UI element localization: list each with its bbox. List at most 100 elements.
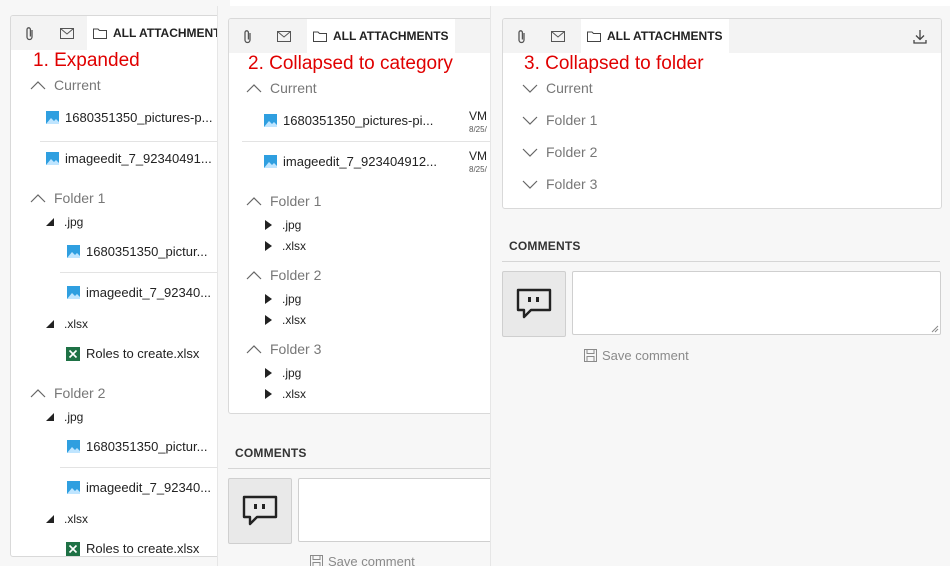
caret-expanded-icon (46, 515, 54, 523)
excel-file-icon (66, 346, 80, 361)
attachment-item[interactable]: Roles to create.xlsx (66, 541, 199, 556)
comments-heading: COMMENTS (509, 239, 581, 253)
image-file-icon (46, 111, 59, 124)
attachment-item[interactable]: Roles to create.xlsx (66, 346, 199, 361)
group-folder-1[interactable]: Folder 1 (30, 190, 105, 206)
envelope-icon (551, 30, 565, 42)
annotation-expanded: 1. Expanded (33, 50, 140, 71)
category-xlsx[interactable]: .xlsx (46, 317, 88, 331)
group-label: Folder 1 (546, 112, 598, 128)
file-name: 1680351350_pictures-pi... (283, 113, 434, 128)
folder-icon (587, 31, 601, 42)
comment-bubble-icon (516, 288, 552, 319)
category-label: .xlsx (64, 512, 88, 526)
attachment-item[interactable]: 1680351350_pictures-p... (46, 110, 212, 125)
group-folder-1[interactable]: Folder 1 (522, 112, 597, 128)
tab-all-attachments[interactable]: ALL ATTACHMENTS (581, 19, 729, 53)
tab-attachments[interactable] (19, 16, 41, 50)
tab-attachments[interactable] (511, 19, 533, 53)
download-button[interactable] (908, 19, 932, 53)
attachment-item[interactable]: imageedit_7_92340... (67, 480, 211, 495)
group-folder-1[interactable]: Folder 1 (246, 193, 321, 209)
file-meta-date: 8/25/ (469, 165, 487, 174)
caret-expanded-icon (46, 218, 54, 226)
caret-expanded-icon (46, 413, 54, 421)
resize-grip-icon[interactable] (931, 325, 939, 333)
attachment-item[interactable]: 1680351350_pictur... (67, 244, 207, 259)
chevron-down-icon (522, 180, 538, 189)
category-jpg[interactable]: .jpg (46, 215, 83, 229)
tab-all-attachments[interactable]: ALL ATTACHMENTS (307, 19, 455, 53)
category-xlsx[interactable]: .xlsx (265, 387, 306, 401)
panel-collapsed-category: ALL ATTACHMENTS 2. Collapsed to category… (217, 6, 492, 566)
tab-attachments[interactable] (237, 19, 259, 53)
save-comment-label: Save comment (328, 554, 415, 566)
divider (40, 141, 230, 142)
group-label: Folder 1 (54, 190, 106, 206)
group-folder-3[interactable]: Folder 3 (522, 176, 597, 192)
group-current[interactable]: Current (246, 80, 317, 96)
attachment-item[interactable]: 1680351350_pictur... (67, 439, 207, 454)
file-name: imageedit_7_92340491... (65, 151, 212, 166)
group-folder-3[interactable]: Folder 3 (246, 341, 321, 357)
chevron-down-icon (522, 148, 538, 157)
chevron-up-icon (246, 196, 262, 205)
group-label: Current (54, 77, 101, 93)
group-folder-2[interactable]: Folder 2 (30, 385, 105, 401)
comments-rule (502, 261, 940, 262)
chevron-up-icon (30, 80, 46, 89)
comment-avatar (502, 271, 566, 337)
chevron-up-icon (246, 270, 262, 279)
floppy-disk-icon (310, 555, 323, 566)
attachment-item[interactable]: imageedit_7_92340... (67, 285, 211, 300)
tab-all-attachments-label: ALL ATTACHMENTS (333, 29, 449, 43)
group-current[interactable]: Current (30, 77, 101, 93)
attachment-item[interactable]: imageedit_7_92340491... (46, 151, 212, 166)
category-xlsx[interactable]: .xlsx (46, 512, 88, 526)
group-label: Folder 3 (546, 176, 598, 192)
group-label: Current (270, 80, 317, 96)
category-label: .jpg (64, 410, 84, 424)
category-label: .xlsx (64, 317, 88, 331)
tab-email[interactable] (546, 19, 570, 53)
group-folder-2[interactable]: Folder 2 (246, 267, 321, 283)
tab-all-attachments[interactable]: ALL ATTACHMENTS (87, 16, 230, 50)
category-xlsx[interactable]: .xlsx (265, 313, 306, 327)
group-label: Current (546, 80, 593, 96)
comments-rule (228, 468, 492, 469)
attachment-item[interactable]: 1680351350_pictures-pi... (264, 113, 433, 128)
divider (242, 141, 492, 142)
file-name: imageedit_7_923404912... (283, 154, 437, 169)
chevron-up-icon (30, 388, 46, 397)
save-comment-button[interactable]: Save comment (310, 554, 415, 566)
category-jpg[interactable]: .jpg (265, 366, 301, 380)
file-name: 1680351350_pictures-p... (65, 110, 213, 125)
image-file-icon (46, 152, 59, 165)
comment-input[interactable] (572, 271, 941, 335)
comment-avatar (228, 478, 292, 544)
image-file-icon (67, 481, 80, 494)
divider (60, 272, 230, 273)
category-jpg[interactable]: .jpg (265, 292, 301, 306)
attachment-item[interactable]: imageedit_7_923404912... (264, 154, 437, 169)
save-comment-button[interactable]: Save comment (584, 348, 689, 363)
category-xlsx[interactable]: .xlsx (265, 239, 306, 253)
file-name: imageedit_7_92340... (86, 285, 212, 300)
group-folder-2[interactable]: Folder 2 (522, 144, 597, 160)
divider (60, 467, 230, 468)
group-current[interactable]: Current (522, 80, 593, 96)
category-jpg[interactable]: .jpg (265, 218, 301, 232)
tab-all-attachments-label: ALL ATTACHMENTS (113, 26, 229, 40)
category-label: .jpg (64, 215, 84, 229)
comments-heading: COMMENTS (235, 446, 307, 460)
category-jpg[interactable]: .jpg (46, 410, 83, 424)
chevron-up-icon (30, 193, 46, 202)
caret-expanded-icon (46, 320, 54, 328)
comment-input[interactable] (298, 478, 492, 542)
tab-email[interactable] (272, 19, 296, 53)
tab-email[interactable] (55, 16, 79, 50)
caret-right-icon (265, 220, 272, 230)
save-comment-label: Save comment (602, 348, 689, 363)
group-label: Folder 3 (270, 341, 322, 357)
file-name: 1680351350_pictur... (86, 244, 208, 259)
